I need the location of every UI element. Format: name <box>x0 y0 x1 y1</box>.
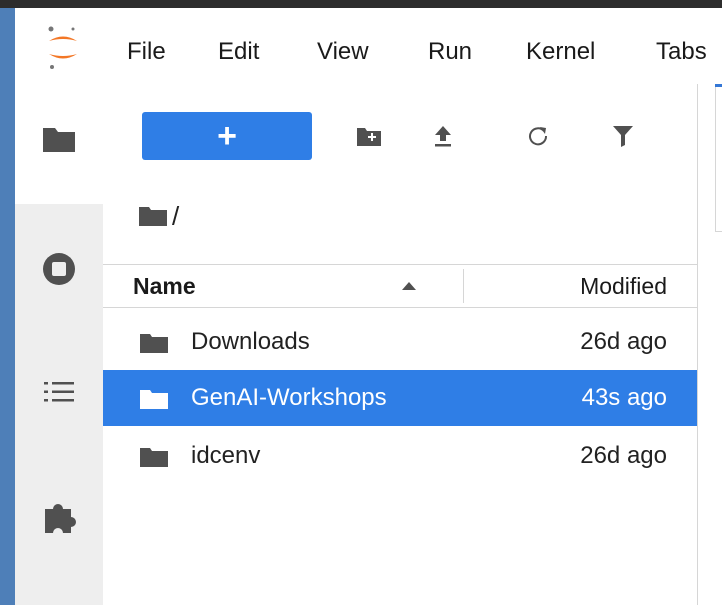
activity-table-of-contents[interactable] <box>15 362 103 422</box>
menu-run[interactable]: Run <box>428 38 472 66</box>
activity-bar <box>15 84 103 605</box>
column-header-modified[interactable]: Modified <box>580 273 667 300</box>
new-folder-icon <box>357 128 381 146</box>
file-name: idcenv <box>191 442 261 469</box>
stop-circle-icon <box>43 253 75 285</box>
menu-edit[interactable]: Edit <box>218 38 259 66</box>
list-icon <box>44 382 74 402</box>
main-area-tab-indicator <box>715 84 722 87</box>
file-browser-panel: + / Name Modified Downloads 26d ago GenA… <box>103 84 697 605</box>
new-launcher-button[interactable]: + <box>142 112 312 160</box>
refresh-icon <box>529 127 548 146</box>
breadcrumb-separator: / <box>172 200 180 231</box>
menubar: File Edit View Run Kernel Tabs <box>15 8 722 84</box>
folder-icon <box>140 334 168 353</box>
window-top-bar <box>0 0 722 8</box>
sort-ascending-icon[interactable] <box>401 281 417 291</box>
breadcrumb: / <box>138 196 179 236</box>
menu-kernel[interactable]: Kernel <box>526 38 595 66</box>
upload-icon <box>435 126 451 147</box>
activity-extensions[interactable] <box>15 487 103 547</box>
file-row-downloads[interactable]: Downloads 26d ago <box>103 314 697 370</box>
file-modified: 26d ago <box>580 442 667 469</box>
file-modified: 26d ago <box>580 328 667 355</box>
folder-icon[interactable] <box>138 204 168 228</box>
column-divider[interactable] <box>463 269 464 303</box>
window-left-edge <box>0 8 15 605</box>
menu-view[interactable]: View <box>317 38 369 66</box>
filter-button[interactable] <box>601 116 645 156</box>
puzzle-icon <box>45 504 77 533</box>
activity-file-browser[interactable] <box>15 109 103 169</box>
filter-icon <box>613 126 633 147</box>
file-name: GenAI-Workshops <box>191 384 387 411</box>
folder-icon <box>140 390 168 409</box>
folder-icon <box>43 128 75 152</box>
file-row-idcenv[interactable]: idcenv 26d ago <box>103 428 697 484</box>
file-row-genai-workshops[interactable]: GenAI-Workshops 43s ago <box>103 370 697 426</box>
file-name: Downloads <box>191 328 310 355</box>
new-folder-button[interactable] <box>347 116 391 156</box>
main-area-tab[interactable] <box>715 84 722 232</box>
file-list-header: Name Modified <box>103 264 697 308</box>
upload-button[interactable] <box>421 116 465 156</box>
menu-file[interactable]: File <box>127 38 166 66</box>
menu-tabs[interactable]: Tabs <box>656 38 707 66</box>
folder-icon <box>140 448 168 467</box>
jupyterlab-window: File Edit View Run Kernel Tabs + / Name … <box>0 0 722 605</box>
column-header-name[interactable]: Name <box>133 273 196 300</box>
jupyter-logo-icon <box>48 26 77 69</box>
refresh-button[interactable] <box>516 116 560 156</box>
activity-running-kernels[interactable] <box>15 239 103 299</box>
file-modified: 43s ago <box>581 384 667 411</box>
